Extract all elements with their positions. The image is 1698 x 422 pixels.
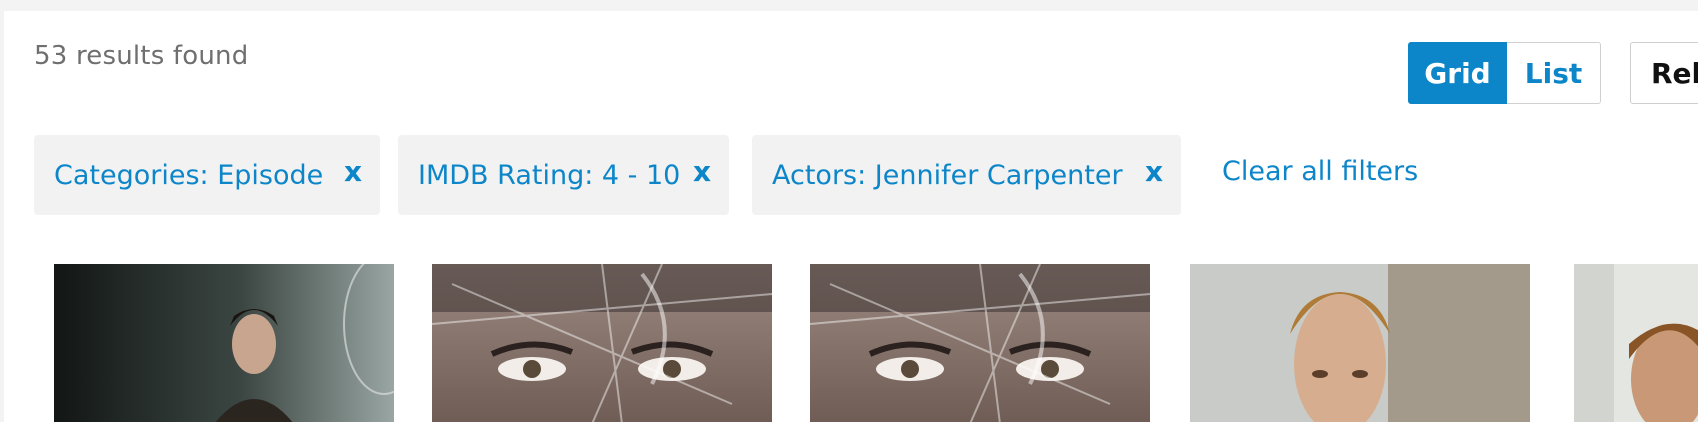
sort-select[interactable]: Rel	[1630, 42, 1698, 104]
result-thumbnail[interactable]	[432, 264, 772, 422]
episode-still-image	[54, 264, 394, 422]
remove-filter-icon[interactable]: x	[1145, 155, 1163, 188]
results-panel: 53 results found Grid List Rel Categorie…	[4, 11, 1698, 422]
result-thumbnail[interactable]	[1190, 264, 1530, 422]
result-thumbnail[interactable]	[810, 264, 1150, 422]
clear-all-filters-link[interactable]: Clear all filters	[1222, 156, 1418, 187]
filter-chip-categories: Categories: Episode x	[34, 135, 380, 215]
sort-select-value: Rel	[1651, 56, 1698, 90]
filter-chip-label: IMDB Rating: 4 - 10	[418, 159, 681, 191]
episode-still-image	[1574, 264, 1698, 422]
filter-chip-label: Actors: Jennifer Carpenter	[772, 159, 1123, 191]
filter-chip-actors: Actors: Jennifer Carpenter x	[752, 135, 1181, 215]
grid-view-button[interactable]: Grid	[1408, 42, 1507, 104]
results-count: 53 results found	[34, 41, 249, 71]
result-thumbnail[interactable]	[1574, 264, 1698, 422]
episode-poster-image	[810, 264, 1150, 422]
episode-poster-image	[432, 264, 772, 422]
result-thumbnail[interactable]	[54, 264, 394, 422]
remove-filter-icon[interactable]: x	[693, 155, 711, 188]
episode-still-image	[1190, 264, 1530, 422]
filter-chip-imdb-rating: IMDB Rating: 4 - 10 x	[398, 135, 729, 215]
view-toggle: Grid List	[1408, 42, 1601, 104]
list-view-button[interactable]: List	[1507, 42, 1601, 104]
remove-filter-icon[interactable]: x	[344, 155, 362, 188]
filter-chip-label: Categories: Episode	[54, 159, 324, 191]
